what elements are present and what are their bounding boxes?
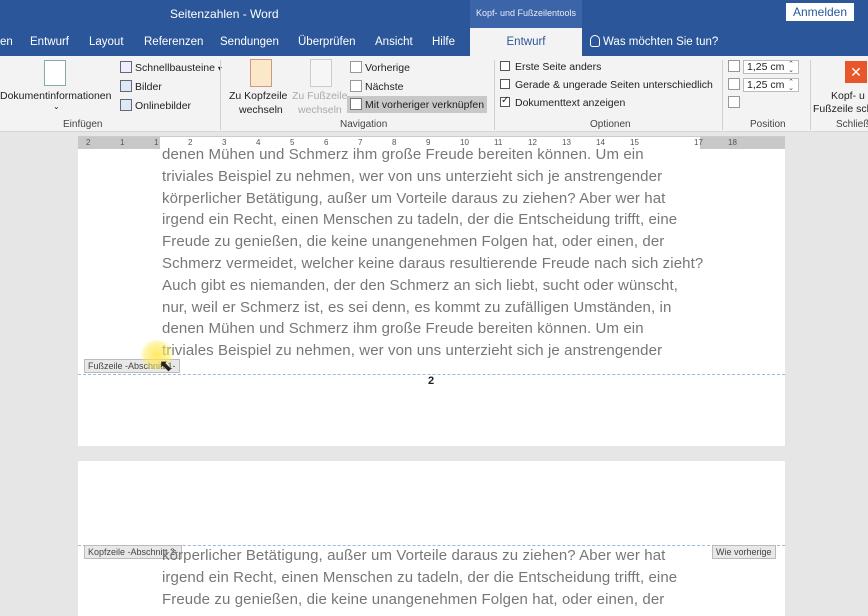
first-page-different-label: Erste Seite anders bbox=[515, 61, 602, 73]
text-line[interactable]: denen Mühen und Schmerz ihm große Freude… bbox=[162, 144, 722, 166]
goto-header-icon bbox=[250, 59, 272, 87]
text-line[interactable]: triviales Beispiel zu nehmen, wer von un… bbox=[162, 166, 722, 188]
previous-label: Vorherige bbox=[365, 62, 410, 74]
quick-parts-button[interactable]: Schnellbausteine ▾ bbox=[120, 61, 222, 74]
page-2-body-text[interactable]: körperlicher Betätigung, außer um Vortei… bbox=[162, 545, 722, 610]
show-document-text-label: Dokumenttext anzeigen bbox=[515, 97, 626, 109]
picture-icon bbox=[120, 80, 132, 92]
lightbulb-icon bbox=[590, 35, 600, 47]
group-separator bbox=[722, 60, 723, 130]
text-line[interactable]: Schmerz vermeidet, welcher keine daraus … bbox=[162, 253, 722, 275]
next-icon bbox=[350, 80, 362, 92]
header-distance-value[interactable]: 1,25 cm bbox=[743, 60, 799, 74]
insert-alignment-tab-button[interactable] bbox=[728, 96, 743, 109]
next-button[interactable]: Nächste bbox=[350, 80, 404, 93]
close-header-footer-label-2[interactable]: Fußzeile sch bbox=[813, 103, 868, 115]
group-label-schliessen: Schließe bbox=[836, 119, 868, 130]
checkbox-icon bbox=[500, 61, 510, 71]
group-label-position: Position bbox=[750, 119, 786, 130]
contextual-tools-title: Kopf- und Fußzeilentools bbox=[470, 0, 582, 28]
goto-footer-button-line1[interactable]: Zu Fußzeile bbox=[292, 90, 347, 102]
footer-distance-stepper[interactable]: 1,25 cm bbox=[728, 78, 799, 92]
title-bar: Seitenzahlen - Word Kopf- und Fußzeilent… bbox=[0, 0, 868, 28]
text-line[interactable]: irgend ein Recht, einen Menschen zu tade… bbox=[162, 209, 722, 231]
tab-header-footer-entwurf[interactable]: Entwurf bbox=[470, 28, 582, 56]
odd-even-different-checkbox[interactable]: Gerade & ungerade Seiten unterschiedlich bbox=[500, 79, 713, 91]
header-distance-stepper[interactable]: 1,25 cm bbox=[728, 60, 799, 74]
window-title: Seitenzahlen - Word bbox=[170, 7, 279, 21]
footer-distance-value[interactable]: 1,25 cm bbox=[743, 78, 799, 92]
tab-layout[interactable]: Layout bbox=[89, 36, 124, 48]
tell-me-search[interactable]: Was möchten Sie tun? bbox=[590, 35, 718, 48]
goto-header-button-line1[interactable]: Zu Kopfzeile bbox=[229, 90, 287, 102]
tab-referenzen[interactable]: Referenzen bbox=[144, 36, 203, 48]
ruler-number: 1 bbox=[154, 138, 159, 147]
quick-parts-label: Schnellbausteine bbox=[135, 62, 215, 74]
next-label: Nächste bbox=[365, 81, 404, 93]
goto-footer-button-line2[interactable]: wechseln bbox=[298, 104, 342, 116]
tell-me-label: Was möchten Sie tun? bbox=[603, 36, 719, 48]
previous-icon bbox=[350, 61, 362, 73]
text-line[interactable]: Freude zu genießen, die keine unangenehm… bbox=[162, 231, 722, 253]
close-header-footer-icon[interactable]: ✕ bbox=[845, 61, 867, 83]
text-line[interactable]: Freude zu genießen, die keine unangenehm… bbox=[162, 589, 722, 611]
text-line[interactable]: denen Mühen und Schmerz ihm große Freude… bbox=[162, 318, 722, 340]
pictures-button[interactable]: Bilder bbox=[120, 80, 162, 93]
first-page-different-checkbox[interactable]: Erste Seite anders bbox=[500, 61, 601, 73]
goto-footer-icon bbox=[310, 59, 332, 87]
group-separator bbox=[220, 60, 221, 130]
text-line[interactable]: Auch gibt es niemanden, der den Schmerz … bbox=[162, 275, 722, 297]
mouse-cursor-icon: ⬉ bbox=[159, 358, 173, 375]
tab-einfuegen-partial[interactable]: en bbox=[0, 36, 13, 48]
group-label-einfuegen: Einfügen bbox=[63, 119, 103, 130]
page-1-body-text[interactable]: denen Mühen und Schmerz ihm große Freude… bbox=[162, 144, 722, 362]
text-line[interactable]: triviales Beispiel zu nehmen, wer von un… bbox=[162, 340, 722, 362]
pictures-label: Bilder bbox=[135, 81, 162, 93]
page-1[interactable]: denen Mühen und Schmerz ihm große Freude… bbox=[78, 146, 785, 446]
link-to-previous-button[interactable]: Mit vorheriger verknüpfen bbox=[347, 96, 488, 113]
tab-entwurf-design[interactable]: Entwurf bbox=[30, 36, 69, 48]
tab-hilfe[interactable]: Hilfe bbox=[432, 36, 455, 48]
text-line[interactable]: irgend ein Recht, einen Menschen zu tade… bbox=[162, 567, 722, 589]
quick-parts-icon bbox=[120, 61, 132, 73]
ruler-number: 18 bbox=[728, 138, 737, 147]
odd-even-different-label: Gerade & ungerade Seiten unterschiedlich bbox=[515, 79, 713, 91]
page-number[interactable]: 2 bbox=[428, 375, 434, 387]
document-info-icon bbox=[44, 60, 66, 86]
group-label-navigation: Navigation bbox=[340, 119, 388, 130]
checkbox-checked-icon bbox=[500, 95, 510, 107]
goto-header-button-line2[interactable]: wechseln bbox=[239, 104, 283, 116]
ribbon-tab-bar: en Entwurf Layout Referenzen Sendungen Ü… bbox=[0, 28, 868, 56]
checkbox-icon bbox=[500, 79, 510, 89]
text-line[interactable]: nur, weil er Schmerz ist, es sei denn, e… bbox=[162, 297, 722, 319]
online-pictures-button[interactable]: Onlinebilder bbox=[120, 99, 191, 112]
ruler-number: 2 bbox=[86, 138, 91, 147]
show-document-text-checkbox[interactable]: Dokumenttext anzeigen bbox=[500, 95, 626, 109]
text-line[interactable]: körperlicher Betätigung, außer um Vortei… bbox=[162, 545, 722, 567]
ribbon: Dokumentinformationen ⌄ Schnellbausteine… bbox=[0, 56, 868, 132]
text-line[interactable]: körperlicher Betätigung, außer um Vortei… bbox=[162, 188, 722, 210]
header-position-icon bbox=[728, 60, 740, 72]
link-to-previous-label: Mit vorheriger verknüpfen bbox=[365, 99, 485, 111]
chevron-down-icon: ⌄ bbox=[53, 102, 60, 111]
group-separator bbox=[494, 60, 495, 130]
document-info-button[interactable]: Dokumentinformationen bbox=[0, 90, 111, 102]
online-picture-icon bbox=[120, 99, 132, 111]
group-separator bbox=[810, 60, 811, 130]
group-label-optionen: Optionen bbox=[590, 119, 631, 130]
close-header-footer-label-1[interactable]: Kopf- u bbox=[831, 90, 865, 102]
footer-position-icon bbox=[728, 78, 740, 90]
tab-sendungen[interactable]: Sendungen bbox=[220, 36, 279, 48]
tab-ansicht[interactable]: Ansicht bbox=[375, 36, 413, 48]
page-2[interactable]: Kopfzeile -Abschnitt 2- Wie vorherige kö… bbox=[78, 461, 785, 616]
online-pictures-label: Onlinebilder bbox=[135, 100, 192, 112]
sign-in-button[interactable]: Anmelden bbox=[786, 3, 854, 21]
alignment-tab-icon bbox=[728, 96, 740, 108]
previous-button[interactable]: Vorherige bbox=[350, 61, 410, 74]
tab-ueberpruefen[interactable]: Überprüfen bbox=[298, 36, 356, 48]
ruler-number: 1 bbox=[120, 138, 125, 147]
link-icon bbox=[350, 98, 362, 110]
